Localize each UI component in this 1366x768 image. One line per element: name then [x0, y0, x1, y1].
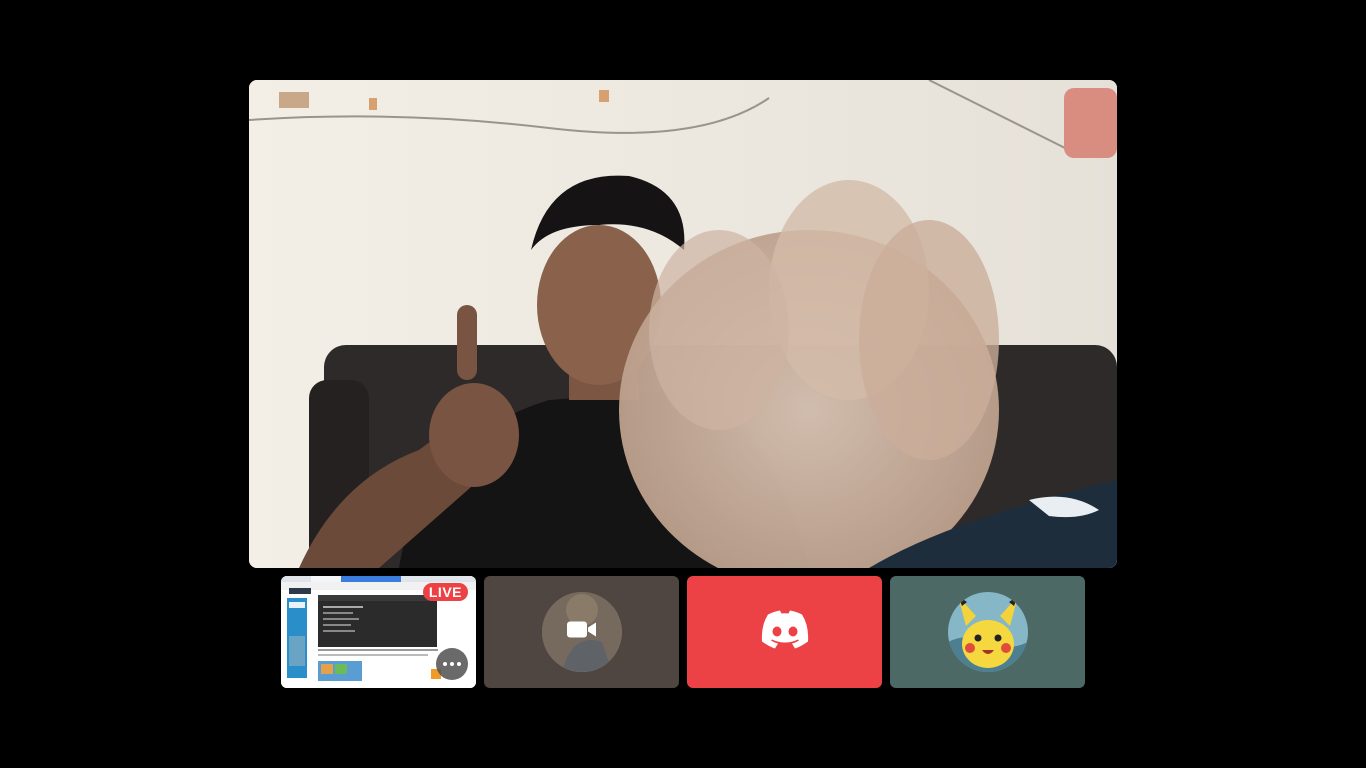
participant-tile-strip: LIVE: [281, 576, 1085, 688]
main-video-stream[interactable]: [249, 80, 1117, 568]
camera-off-tile[interactable]: [484, 576, 679, 688]
discord-participant-tile[interactable]: [687, 576, 882, 688]
live-badge: LIVE: [422, 583, 468, 601]
screen-share-tile[interactable]: LIVE: [281, 576, 476, 688]
participant-video-feed: [249, 80, 1117, 568]
pikachu-avatar: [948, 592, 1028, 672]
video-camera-icon: [566, 620, 597, 645]
discord-icon: [760, 610, 810, 654]
more-options-icon[interactable]: [436, 648, 468, 680]
avatar-participant-tile[interactable]: [890, 576, 1085, 688]
